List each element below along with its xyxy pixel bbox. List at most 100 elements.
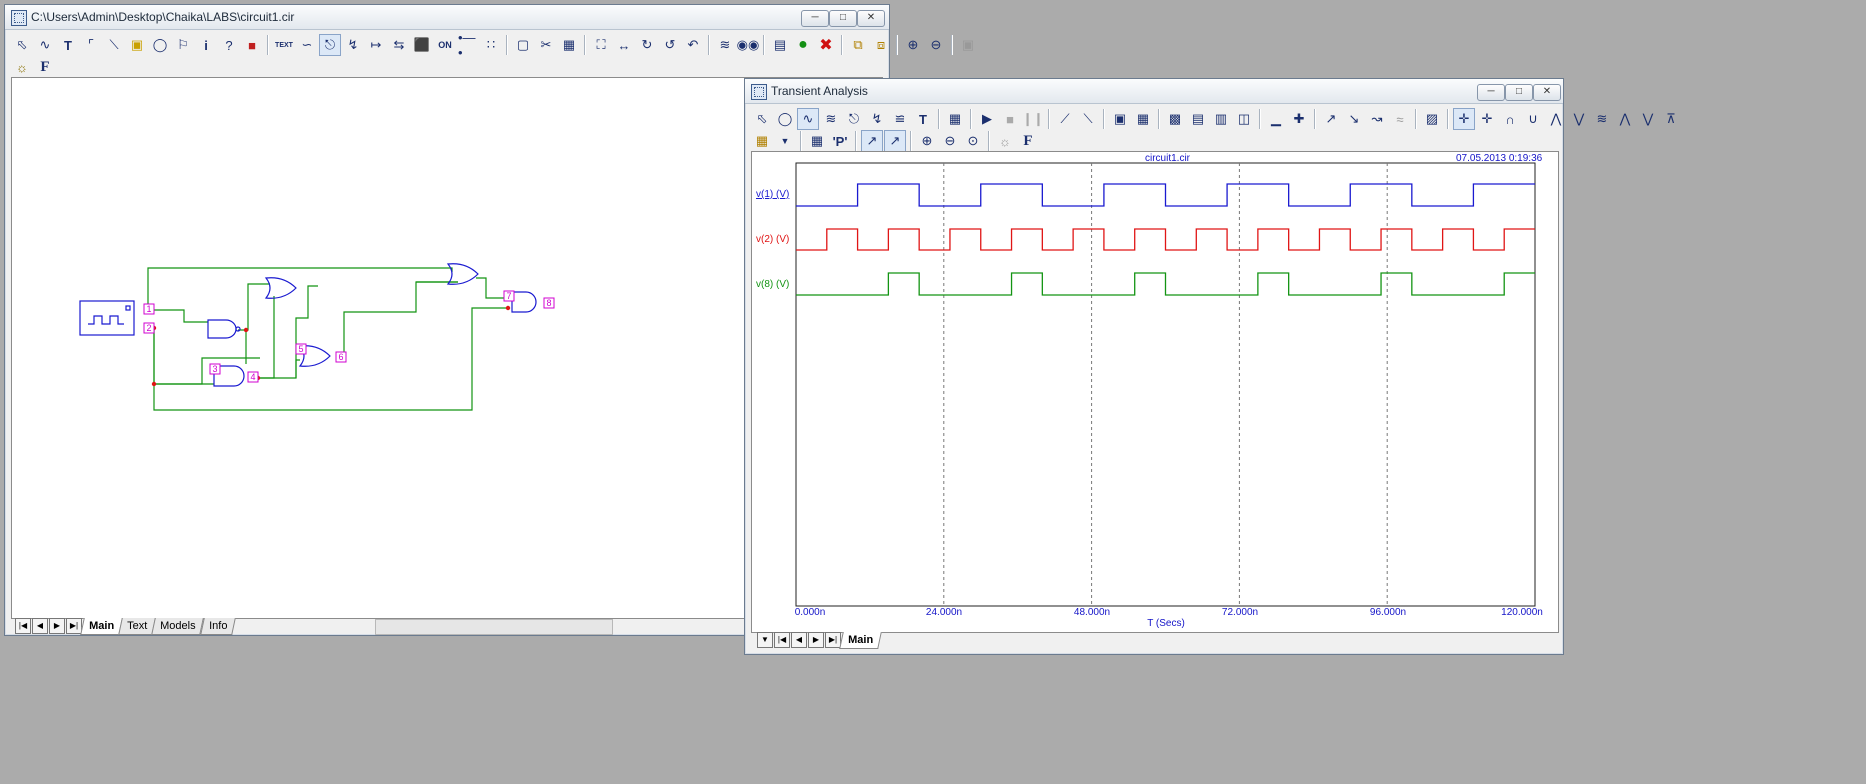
grid-medium-icon[interactable]: ▥	[1210, 108, 1232, 130]
cut-icon[interactable]: ✂	[535, 34, 557, 56]
select-icon[interactable]: ⬁	[751, 108, 773, 130]
display-icon[interactable]: ▤	[769, 34, 791, 56]
tab-text[interactable]: Text	[118, 617, 157, 635]
text-tool-icon[interactable]: T	[57, 34, 79, 56]
cursor-right-icon[interactable]: ✛	[1476, 108, 1498, 130]
slope-icon[interactable]: ↯	[866, 108, 888, 130]
probe-icon[interactable]: ▦	[751, 130, 773, 152]
grid-coarse-icon[interactable]: ◫	[1233, 108, 1255, 130]
trace-icon[interactable]: ≈	[1389, 108, 1411, 130]
find-icon[interactable]: ≋	[714, 34, 736, 56]
analysis-maximize-button[interactable]: □	[1505, 84, 1533, 101]
model-icon[interactable]: ■	[241, 34, 263, 56]
analysis-close-button[interactable]: ✕	[1533, 84, 1561, 101]
global-high-icon[interactable]: ⋀	[1614, 108, 1636, 130]
wire-icon[interactable]: ∿	[34, 34, 56, 56]
binoculars-icon[interactable]: ◉◉	[737, 34, 760, 56]
dropdown-icon[interactable]: ▼	[774, 130, 796, 152]
first-page-icon[interactable]: |◀	[774, 632, 790, 648]
mirror-icon[interactable]: ↺	[659, 34, 681, 56]
valley-icon[interactable]: ↘	[1343, 108, 1365, 130]
tab-main[interactable]: Main	[80, 617, 123, 635]
maximize-button[interactable]: □	[829, 10, 857, 27]
last-page-icon[interactable]: ▶|	[66, 618, 82, 634]
text-tool-icon[interactable]: T	[912, 108, 934, 130]
link-icon[interactable]: •—•	[457, 30, 479, 60]
cursor-left-icon[interactable]: ✛	[1453, 108, 1475, 130]
text-box-icon[interactable]: TEXT	[273, 34, 295, 56]
box-icon[interactable]: ▢	[512, 34, 534, 56]
low-icon[interactable]: ⋁	[1568, 108, 1590, 130]
properties-icon[interactable]: ▦	[558, 34, 580, 56]
stop-icon[interactable]: ■	[999, 108, 1021, 130]
grid-icon[interactable]: ▦	[1132, 108, 1154, 130]
pause-icon[interactable]: ❙❙	[1022, 108, 1044, 130]
analysis-titlebar[interactable]: Transient Analysis ─ □ ✕	[745, 79, 1563, 104]
zoom-in-icon[interactable]: ⊕	[902, 34, 924, 56]
tag-horizontal-icon[interactable]: ↗	[884, 130, 906, 152]
flip-icon[interactable]: ↔	[613, 34, 635, 56]
zoom-fit-icon[interactable]: ⊙	[962, 130, 984, 152]
point-line-icon[interactable]: ⟍	[1077, 108, 1099, 130]
stepping-icon[interactable]: ≌	[889, 108, 911, 130]
camera-icon[interactable]: ▣	[957, 34, 979, 56]
red-x-icon[interactable]: ✖	[815, 34, 837, 56]
tab-info[interactable]: Info	[199, 617, 236, 635]
baseline-icon[interactable]: ▁	[1265, 108, 1287, 130]
scope-icon[interactable]: ▨	[1421, 108, 1443, 130]
help-icon[interactable]: ?	[218, 34, 240, 56]
grid-dense-icon[interactable]: ▤	[1187, 108, 1209, 130]
peak-icon[interactable]: ↗	[1320, 108, 1342, 130]
settings-icon[interactable]: ☼	[994, 130, 1016, 152]
first-page-icon[interactable]: |◀	[15, 618, 31, 634]
flag-icon[interactable]: ⚐	[172, 34, 194, 56]
component-icon[interactable]: ▣	[126, 34, 148, 56]
multi-wave-icon[interactable]: ≋	[820, 108, 842, 130]
next-page-icon[interactable]: ▶	[49, 618, 65, 634]
font-icon[interactable]: F	[34, 56, 56, 78]
table-icon[interactable]: ▦	[806, 130, 828, 152]
shapes-icon[interactable]: ◯	[149, 34, 171, 56]
step-icon[interactable]: ↶	[682, 34, 704, 56]
zoom-in-icon[interactable]: ⊕	[916, 130, 938, 152]
tab-models[interactable]: Models	[151, 617, 205, 635]
on-off-icon[interactable]: ON	[434, 34, 456, 56]
last-page-icon[interactable]: ▶|	[825, 632, 841, 648]
shapes-icon[interactable]: ◯	[774, 108, 796, 130]
layout-icon[interactable]: ⛶	[590, 34, 612, 56]
info-icon[interactable]: i	[195, 34, 217, 56]
close-button[interactable]: ✕	[857, 10, 885, 27]
run-icon[interactable]: ▶	[976, 108, 998, 130]
valley-find-icon[interactable]: ∪	[1522, 108, 1544, 130]
green-dot-icon[interactable]: ●	[792, 34, 814, 56]
prev-page-icon[interactable]: ◀	[791, 632, 807, 648]
diagonal-line-icon[interactable]: ⟍	[103, 34, 125, 56]
paste-icon[interactable]: ⧈	[870, 34, 892, 56]
label-icon[interactable]: 'P'	[829, 130, 851, 152]
zoom-out-icon[interactable]: ⊖	[939, 130, 961, 152]
bus-icon[interactable]: ∽	[296, 34, 318, 56]
pin-icon[interactable]: ⬛	[411, 34, 433, 56]
next-page-icon[interactable]: ▶	[808, 632, 824, 648]
probe-icon[interactable]: ☼	[11, 56, 33, 78]
cross-icon[interactable]: ✚	[1288, 108, 1310, 130]
editor-titlebar[interactable]: C:\Users\Admin\Desktop\Chaika\LABS\circu…	[5, 5, 889, 30]
analysis-minimize-button[interactable]: ─	[1477, 84, 1505, 101]
dropdown-icon[interactable]: ▼	[757, 632, 773, 648]
minimize-button[interactable]: ─	[801, 10, 829, 27]
global-low-icon[interactable]: ⋁	[1637, 108, 1659, 130]
copy-icon[interactable]: ⧉	[847, 34, 869, 56]
waveform-icon[interactable]: ∿	[797, 108, 819, 130]
tag-icon[interactable]: ↗	[861, 130, 883, 152]
stepping-icon[interactable]: ⎋	[319, 34, 341, 56]
orthogonal-wire-icon[interactable]: ⌜	[80, 34, 102, 56]
slope-find-icon[interactable]: ↝	[1366, 108, 1388, 130]
line-icon[interactable]: ⟋	[1054, 108, 1076, 130]
tab-main[interactable]: Main	[839, 631, 882, 649]
arrow-right-icon[interactable]: ↦	[365, 34, 387, 56]
font-icon[interactable]: F	[1017, 130, 1039, 152]
select-icon[interactable]: ⬁	[11, 34, 33, 56]
grid-icon[interactable]: ∷	[480, 34, 502, 56]
prev-page-icon[interactable]: ◀	[32, 618, 48, 634]
swap-icon[interactable]: ⇆	[388, 34, 410, 56]
